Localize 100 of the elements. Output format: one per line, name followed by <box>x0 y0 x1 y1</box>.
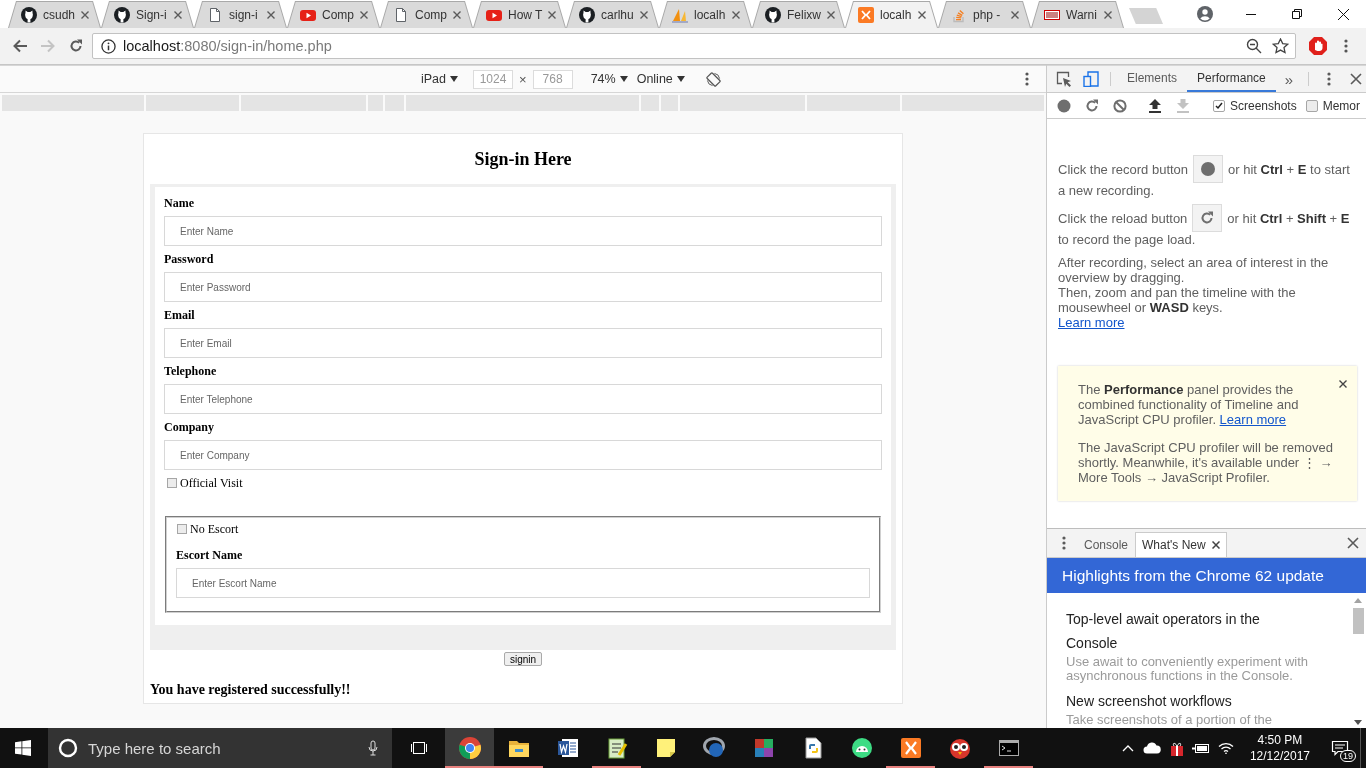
notice-text: The Performance panel provides the combined functionality of Timeline and JavaScript CPU profiler. Learn more <box>1078 382 1300 427</box>
close-icon[interactable] <box>918 11 926 19</box>
browser-tab[interactable]: How T <box>473 1 566 28</box>
device-icon[interactable] <box>1082 71 1099 87</box>
text-field[interactable]: Enter Name <box>164 216 882 246</box>
browser-tab[interactable]: Comp <box>287 1 380 28</box>
close-icon[interactable] <box>1211 541 1220 549</box>
learn-more-link[interactable]: Learn more <box>1058 315 1125 330</box>
browser-tab[interactable]: Warni <box>1031 1 1124 28</box>
start-icon[interactable] <box>15 740 31 756</box>
sail-icon <box>672 7 688 23</box>
browser-tab[interactable]: localh <box>845 1 938 28</box>
feature-title: New screenshot workflows <box>1066 692 1233 711</box>
field-label: Escort Name <box>176 548 243 562</box>
gift-icon[interactable] <box>1169 740 1184 756</box>
star-icon[interactable] <box>1272 38 1289 54</box>
checkbox[interactable] <box>177 524 187 534</box>
inspect-icon[interactable] <box>1055 71 1072 87</box>
clock-date[interactable]: 12/12/2017 <box>1249 748 1310 764</box>
text-field[interactable]: Enter Password <box>164 272 882 302</box>
help-text: After recording, select an area of interest in the overview by dragging. <box>1058 255 1330 285</box>
browser-tab[interactable]: Comp <box>380 1 473 28</box>
device-dropdown[interactable]: iPad <box>421 69 459 89</box>
hint-text: to record the page load. <box>1058 232 1196 247</box>
browser-tab[interactable]: csudh <box>8 1 101 28</box>
zoom-dropdown[interactable]: 74% <box>590 69 628 89</box>
network-dropdown[interactable]: Online <box>636 69 685 89</box>
text-field[interactable]: Enter Email <box>164 328 882 358</box>
close-icon[interactable] <box>1337 8 1349 20</box>
robot-icon <box>849 736 874 760</box>
menu-icon[interactable] <box>1344 39 1348 53</box>
text-field[interactable]: Enter Telephone <box>164 384 882 414</box>
browser-tab[interactable]: localh <box>659 1 752 28</box>
info-icon[interactable] <box>101 38 116 54</box>
minimize-icon[interactable] <box>1246 13 1256 15</box>
field-label: Email <box>164 308 195 322</box>
battery-icon[interactable] <box>1192 742 1211 754</box>
signin-button[interactable]: signin <box>503 652 543 666</box>
taskbar-app-button[interactable] <box>445 728 494 768</box>
browser-tab[interactable]: Felixw <box>752 1 845 28</box>
hint-text: a new recording. <box>1058 183 1155 198</box>
reload-button[interactable] <box>1192 204 1223 232</box>
back-arrow-icon[interactable] <box>12 39 28 53</box>
zoom-out-icon[interactable] <box>1246 38 1262 54</box>
browser-tab[interactable]: sign-i <box>194 1 287 28</box>
feature-description: Take screenshots of a portion of the <box>1066 713 1273 727</box>
owl-icon <box>947 736 972 760</box>
feature-title: Top-level await operators in the Console <box>1066 610 1261 653</box>
record-icon[interactable] <box>1057 98 1071 113</box>
reload-icon[interactable] <box>1084 97 1100 114</box>
menu-icon[interactable] <box>1025 72 1029 86</box>
clock-time[interactable]: 4:50 PM <box>1249 732 1310 748</box>
caret-icon <box>450 76 459 82</box>
panel-tab[interactable]: Performance <box>1187 66 1276 92</box>
more-tabs-button[interactable]: » <box>1275 66 1303 92</box>
wifi-icon[interactable] <box>1217 742 1234 754</box>
close-icon[interactable] <box>1339 380 1347 388</box>
microphone-icon[interactable] <box>368 740 378 756</box>
times-sign: × <box>519 71 527 87</box>
cloud-icon[interactable] <box>1143 742 1162 754</box>
menu-icon[interactable] <box>1326 72 1331 86</box>
record-button[interactable] <box>1193 155 1224 183</box>
panel-tab[interactable]: Elements <box>1117 66 1188 92</box>
reload-icon[interactable] <box>68 38 84 54</box>
notification-count: 19 <box>1340 750 1356 762</box>
drawer-tab[interactable]: Console <box>1077 532 1136 557</box>
highlights-header: Highlights from the Chrome 62 update <box>1047 558 1366 593</box>
chevron-up-icon[interactable] <box>1121 744 1134 752</box>
caret-icon <box>619 76 628 82</box>
form-title: Sign-in Here <box>473 148 573 170</box>
task-view-icon[interactable] <box>408 740 429 756</box>
drawer-tab[interactable]: What's New <box>1135 532 1227 557</box>
browser-tab[interactable]: carlhu <box>566 1 659 28</box>
text-field[interactable]: Enter Company <box>164 440 882 470</box>
upload-icon[interactable] <box>1149 98 1161 113</box>
text-field[interactable]: Enter Escort Name <box>176 568 870 598</box>
banner-icon <box>1044 7 1060 23</box>
browser-tab[interactable]: php - <box>938 1 1031 28</box>
search-field[interactable]: Type here to search <box>48 728 392 768</box>
address-field[interactable]: localhost:8080/sign-in/home.php <box>92 33 1296 59</box>
rotate-icon[interactable] <box>705 71 721 87</box>
stop-hand-icon[interactable] <box>1308 36 1328 56</box>
checkbox-label: Screenshots <box>1230 98 1297 113</box>
play-icon <box>486 7 502 23</box>
checkbox[interactable] <box>1213 99 1225 112</box>
checkbox-label: No Escort <box>190 522 239 536</box>
checkbox[interactable] <box>1305 99 1318 112</box>
learn-more-link[interactable]: Learn more <box>1219 412 1287 427</box>
checkbox[interactable] <box>167 478 177 488</box>
success-message: You have registered successfully!! <box>150 682 352 698</box>
profile-icon[interactable] <box>1197 6 1213 22</box>
feature-description: Use await to conveniently experiment with asynchronous functions in the Console. <box>1066 655 1310 683</box>
restore-icon[interactable] <box>1292 9 1302 19</box>
close-icon[interactable] <box>1349 73 1362 85</box>
close-icon[interactable] <box>1346 537 1359 549</box>
tile-icon <box>858 7 874 23</box>
clear-icon[interactable] <box>1113 98 1127 113</box>
menu-icon[interactable] <box>1061 536 1066 550</box>
hint-text: Click the record button <box>1058 161 1189 177</box>
browser-tab[interactable]: Sign-i <box>101 1 194 28</box>
